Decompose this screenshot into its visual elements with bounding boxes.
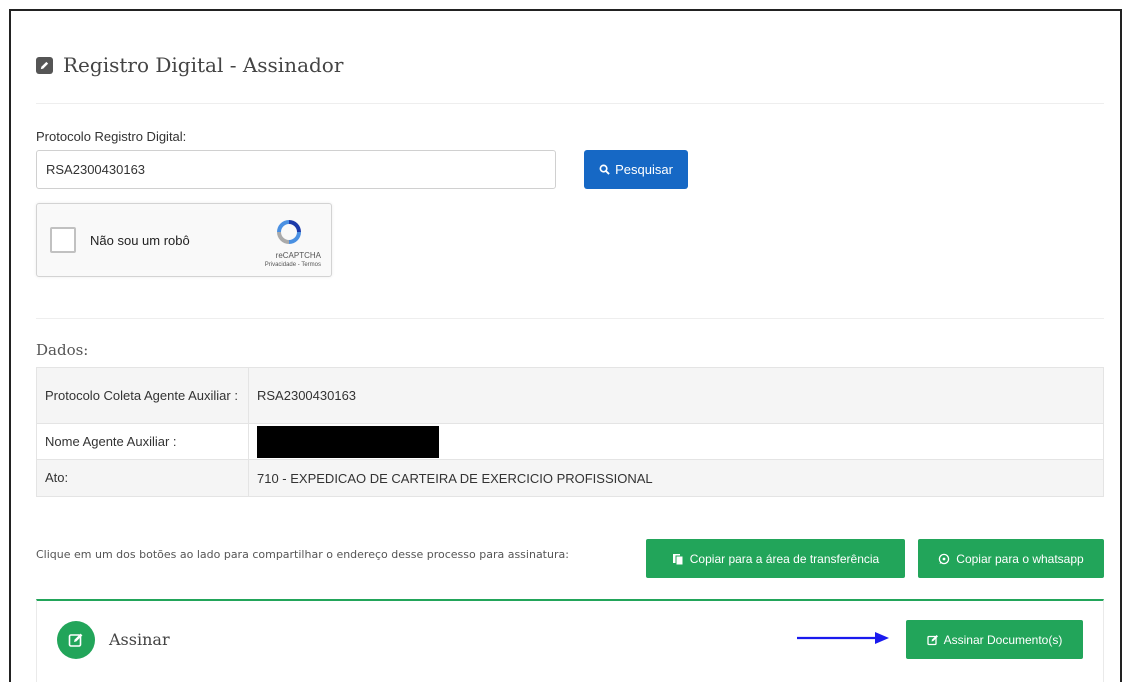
divider [36,318,1104,319]
recaptcha-links[interactable]: Privacidade - Termos [265,262,321,268]
copy-whatsapp-button[interactable]: Copiar para o whatsapp [918,539,1104,578]
dados-title: Dados: [36,341,89,359]
search-button[interactable]: Pesquisar [584,150,688,189]
sign-panel: Assinar Assinar Documento(s) [36,599,1104,682]
table-row: Nome Agente Auxiliar : [36,423,1104,460]
recaptcha-label: Não sou um robô [90,233,190,248]
row-value: RSA2300430163 [248,367,1104,424]
row-key: Nome Agente Auxiliar : [36,423,249,460]
sign-title: Assinar [109,630,170,649]
edit-icon [36,56,53,74]
recaptcha-checkbox[interactable] [50,227,76,253]
arrow-right-icon [797,632,889,644]
copy-whatsapp-label: Copiar para o whatsapp [956,551,1084,566]
search-icon [599,164,610,175]
app-frame: Registro Digital - Assinador Protocolo R… [9,9,1122,682]
row-key: Protocolo Coleta Agente Auxiliar : [36,367,249,424]
dados-table: Protocolo Coleta Agente Auxiliar : RSA23… [36,367,1104,497]
row-key: Ato: [36,459,249,497]
copy-clipboard-label: Copiar para a área de transferência [689,551,880,566]
search-button-label: Pesquisar [615,162,673,177]
edit-icon [926,634,938,645]
protocol-input[interactable] [36,150,556,189]
divider [36,103,1104,104]
protocol-label: Protocolo Registro Digital: [36,129,187,144]
table-row: Protocolo Coleta Agente Auxiliar : RSA23… [36,367,1104,424]
page-header: Registro Digital - Assinador [36,53,343,77]
page-title: Registro Digital - Assinador [63,53,344,77]
sign-edit-icon [57,621,95,659]
row-value [248,423,1104,460]
recaptcha-logo-icon [277,220,301,244]
share-instructions: Clique em um dos botões ao lado para com… [36,548,569,561]
recaptcha-widget: Não sou um robô reCAPTCHA Privacidade - … [36,203,332,277]
whatsapp-icon [939,553,950,564]
clipboard-icon [672,554,684,565]
redacted-block [257,425,439,458]
copy-clipboard-button[interactable]: Copiar para a área de transferência [646,539,905,578]
table-row: Ato: 710 - EXPEDICAO DE CARTEIRA DE EXER… [36,459,1104,497]
sign-documents-button[interactable]: Assinar Documento(s) [906,620,1083,659]
sign-documents-label: Assinar Documento(s) [943,632,1063,647]
row-value: 710 - EXPEDICAO DE CARTEIRA DE EXERCICIO… [248,459,1104,497]
recaptcha-brand: reCAPTCHA [275,251,321,260]
